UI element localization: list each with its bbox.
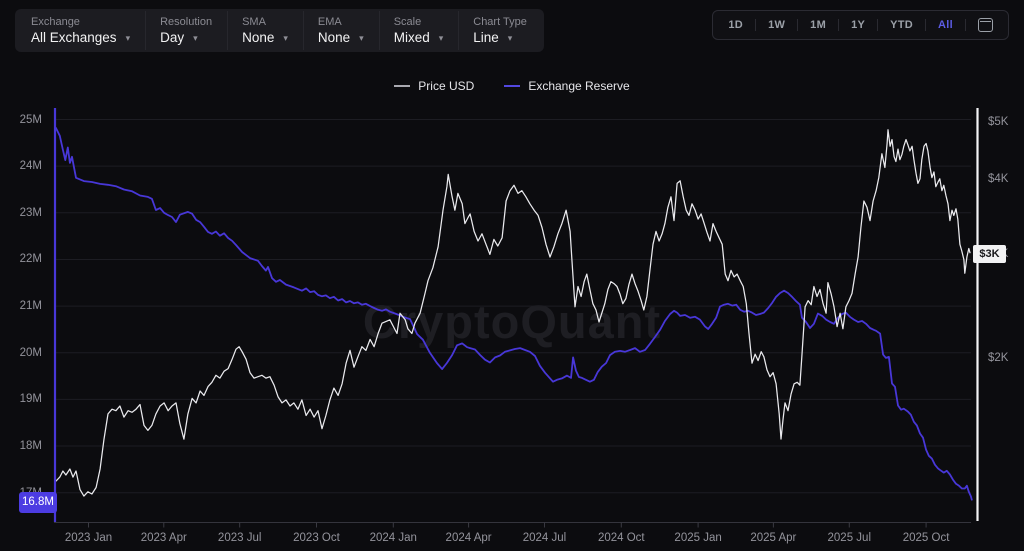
x-axis-tick-2024-jul: 2024 Jul xyxy=(504,530,584,546)
price-current-value-badge: $3K xyxy=(973,245,1006,263)
chevron-down-icon: ▾ xyxy=(283,33,288,43)
x-axis-tick-2025-jan: 2025 Jan xyxy=(658,530,738,546)
toolbar-group-value: None xyxy=(318,30,350,46)
reserve-current-value-badge: 16.8M xyxy=(19,492,57,513)
x-axis-tick-2024-jan: 2024 Jan xyxy=(353,530,433,546)
chart-settings-toolbar: ExchangeAll Exchanges▾ResolutionDay▾SMAN… xyxy=(15,9,544,52)
x-axis-tick-2023-apr: 2023 Apr xyxy=(124,530,204,546)
range-option-1y[interactable]: 1Y xyxy=(839,12,877,38)
time-range-selector: 1D1W1M1YYTDAll xyxy=(712,10,1009,40)
chart-legend: Price USD Exchange Reserve xyxy=(0,79,1024,93)
y-axis-left-tick-18m: 18M xyxy=(10,438,42,454)
toolbar-group-exchange[interactable]: ExchangeAll Exchanges ▾ xyxy=(17,11,145,50)
chevron-down-icon: ▾ xyxy=(359,33,364,43)
x-axis-tick-2023-jul: 2023 Jul xyxy=(200,530,280,546)
toolbar-group-label: EMA xyxy=(318,16,364,29)
x-axis-tick-2024-oct: 2024 Oct xyxy=(581,530,661,546)
legend-label: Price USD xyxy=(418,79,474,93)
x-axis-tick-2023-oct: 2023 Oct xyxy=(276,530,356,546)
x-axis-tick-2025-oct: 2025 Oct xyxy=(886,530,966,546)
x-axis-tick-2023-jan: 2023 Jan xyxy=(49,530,129,546)
legend-item-exchange-reserve[interactable]: Exchange Reserve xyxy=(504,79,629,93)
y-axis-right-tick--4k: $4K xyxy=(988,171,1008,187)
y-axis-right-tick--2k: $2K xyxy=(988,350,1008,366)
toolbar-group-value: Day xyxy=(160,30,184,46)
range-option-1m[interactable]: 1M xyxy=(798,12,838,38)
toolbar-group-value: None xyxy=(242,30,274,46)
x-axis-tick-2025-apr: 2025 Apr xyxy=(733,530,813,546)
chevron-down-icon: ▾ xyxy=(508,33,513,43)
price-usd-marker xyxy=(394,85,410,87)
toolbar-group-label: SMA xyxy=(242,16,288,29)
y-axis-left-tick-20m: 20M xyxy=(10,345,42,361)
toolbar-group-label: Exchange xyxy=(31,16,130,29)
chevron-down-icon: ▾ xyxy=(439,33,444,43)
y-axis-left-tick-21m: 21M xyxy=(10,298,42,314)
y-axis-left-tick-23m: 23M xyxy=(10,205,42,221)
chevron-down-icon: ▾ xyxy=(126,33,131,43)
toolbar-group-sma[interactable]: SMANone ▾ xyxy=(227,11,303,50)
range-option-all[interactable]: All xyxy=(926,12,965,38)
toolbar-group-scale[interactable]: ScaleMixed ▾ xyxy=(379,11,459,50)
toolbar-group-label: Chart Type xyxy=(473,16,527,29)
exchange-reserve-line xyxy=(56,128,972,500)
toolbar-group-resolution[interactable]: ResolutionDay ▾ xyxy=(145,11,227,50)
calendar-button[interactable] xyxy=(966,18,1005,32)
exchange-reserve-marker xyxy=(504,85,520,87)
legend-item-price-usd[interactable]: Price USD xyxy=(394,79,474,93)
toolbar-group-label: Scale xyxy=(394,16,444,29)
y-axis-right-tick--5k: $5K xyxy=(988,114,1008,130)
range-option-1w[interactable]: 1W xyxy=(756,12,797,38)
toolbar-group-value: All Exchanges xyxy=(31,30,117,46)
range-option-1d[interactable]: 1D xyxy=(716,12,755,38)
cryptoquant-chart-screen: CryptoQuant 25M24M23M22M21M20M19M18M17M$… xyxy=(0,0,1024,551)
toolbar-group-value: Line xyxy=(473,30,499,46)
y-axis-left-tick-24m: 24M xyxy=(10,158,42,174)
y-axis-left-tick-22m: 22M xyxy=(10,251,42,267)
toolbar-group-value: Mixed xyxy=(394,30,430,46)
y-axis-left-tick-25m: 25M xyxy=(10,112,42,128)
price-usd-line xyxy=(56,130,970,496)
range-option-ytd[interactable]: YTD xyxy=(878,12,925,38)
toolbar-group-chart-type[interactable]: Chart TypeLine ▾ xyxy=(458,11,542,50)
y-axis-left-tick-19m: 19M xyxy=(10,391,42,407)
x-axis-tick-2025-jul: 2025 Jul xyxy=(809,530,889,546)
x-axis-tick-2024-apr: 2024 Apr xyxy=(429,530,509,546)
toolbar-group-ema[interactable]: EMANone ▾ xyxy=(303,11,379,50)
legend-label: Exchange Reserve xyxy=(528,79,629,93)
chevron-down-icon: ▾ xyxy=(193,33,198,43)
calendar-icon xyxy=(978,18,993,32)
toolbar-group-label: Resolution xyxy=(160,16,212,29)
